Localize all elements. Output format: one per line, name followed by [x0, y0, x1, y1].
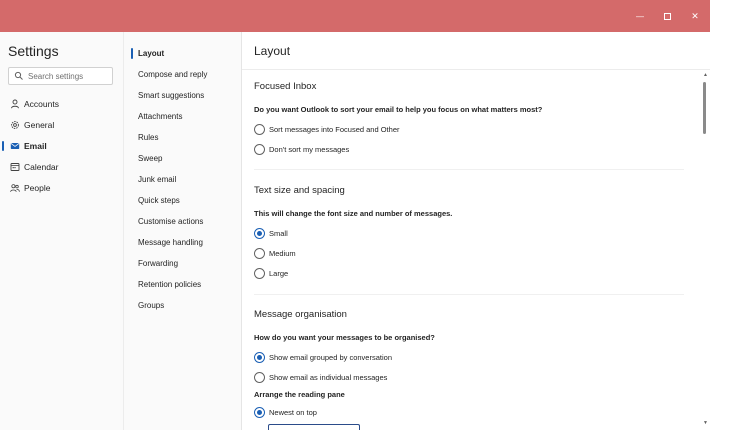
subnav-item-quick-steps[interactable]: Quick steps	[138, 196, 180, 205]
gear-icon	[11, 121, 19, 129]
scroll-down-arrow-icon[interactable]: ▼	[703, 420, 708, 426]
page-title: Layout	[254, 44, 291, 58]
subnav-item-compose-and-reply[interactable]: Compose and reply	[138, 70, 207, 79]
radio-label: Show email grouped by conversation	[269, 353, 392, 362]
divider	[254, 294, 684, 295]
selection-indicator	[131, 48, 133, 59]
close-button[interactable]: ✕	[681, 0, 709, 32]
selection-indicator	[2, 141, 4, 151]
nav-item-accounts[interactable]: Accounts	[0, 95, 124, 113]
radio-individual-messages[interactable]: Show email as individual messages	[254, 371, 387, 384]
section-title-focused-inbox: Focused Inbox	[254, 81, 317, 92]
minimize-button[interactable]: —	[626, 0, 654, 32]
radio-button[interactable]	[254, 352, 265, 363]
radio-dont-sort[interactable]: Don't sort my messages	[254, 143, 349, 156]
subnav-item-smart-suggestions[interactable]: Smart suggestions	[138, 91, 204, 100]
radio-label: Newest on top	[269, 408, 317, 417]
divider	[254, 169, 684, 170]
radio-label: Sort messages into Focused and Other	[269, 125, 400, 134]
nav-item-general[interactable]: General	[0, 116, 124, 134]
email-settings-nav: Layout Compose and reply Smart suggestio…	[124, 32, 242, 430]
text-size-question: This will change the font size and numbe…	[254, 209, 453, 218]
radio-button[interactable]	[254, 372, 265, 383]
radio-label: Small	[269, 229, 288, 238]
reading-pane-label: Arrange the reading pane	[254, 390, 345, 399]
nav-item-email[interactable]: Email	[0, 137, 124, 155]
search-input[interactable]	[28, 71, 108, 81]
subnav-item-attachments[interactable]: Attachments	[138, 112, 182, 121]
radio-grouped-by-conversation[interactable]: Show email grouped by conversation	[254, 351, 392, 364]
nav-item-calendar[interactable]: Calendar	[0, 158, 124, 176]
scroll-thumb[interactable]	[703, 82, 706, 134]
nav-item-label: Email	[24, 141, 47, 151]
close-icon: ✕	[691, 10, 699, 21]
radio-newest-on-top[interactable]: Newest on top	[254, 406, 317, 419]
subnav-item-message-handling[interactable]: Message handling	[138, 238, 203, 247]
maximize-icon	[663, 12, 671, 20]
subnav-item-forwarding[interactable]: Forwarding	[138, 259, 178, 268]
person-icon	[11, 99, 19, 109]
radio-sort-focused-other[interactable]: Sort messages into Focused and Other	[254, 123, 400, 136]
radio-label: Medium	[269, 249, 296, 258]
scroll-up-arrow-icon[interactable]: ▲	[703, 72, 708, 78]
radio-button[interactable]	[254, 228, 265, 239]
subnav-item-sweep[interactable]: Sweep	[138, 154, 162, 163]
minimize-icon: —	[636, 11, 644, 21]
calendar-icon	[10, 163, 20, 171]
subnav-item-rules[interactable]: Rules	[138, 133, 158, 142]
search-icon	[14, 71, 23, 80]
subnav-item-groups[interactable]: Groups	[138, 301, 164, 310]
divider	[242, 69, 710, 70]
radio-label: Large	[269, 269, 289, 278]
radio-button[interactable]	[254, 407, 265, 418]
subnav-item-retention-policies[interactable]: Retention policies	[138, 280, 201, 289]
mail-icon	[10, 143, 20, 149]
window-margin	[710, 0, 732, 430]
title-bar: — ✕	[0, 0, 710, 32]
nav-item-label: People	[24, 183, 51, 193]
focused-inbox-question: Do you want Outlook to sort your email t…	[254, 105, 543, 114]
organisation-question: How do you want your messages to be orga…	[254, 333, 435, 342]
nav-item-people[interactable]: People	[0, 179, 124, 197]
search-box[interactable]	[8, 67, 113, 85]
radio-button[interactable]	[254, 268, 265, 279]
reading-pane-preview	[268, 424, 360, 430]
nav-item-label: General	[24, 120, 55, 130]
maximize-button[interactable]	[653, 0, 681, 32]
subnav-item-junk-email[interactable]: Junk email	[138, 175, 176, 184]
radio-label: Show email as individual messages	[269, 373, 388, 382]
settings-window: Settings Accounts General	[0, 32, 710, 430]
layout-settings-panel: Layout Focused Inbox Do you want Outlook…	[242, 32, 710, 430]
settings-nav: Settings Accounts General	[0, 32, 124, 430]
radio-large[interactable]: Large	[254, 267, 288, 280]
radio-label: Don't sort my messages	[269, 145, 350, 154]
people-icon	[10, 184, 20, 192]
subnav-item-customise-actions[interactable]: Customise actions	[138, 217, 203, 226]
subnav-item-layout[interactable]: Layout	[138, 49, 164, 58]
radio-button[interactable]	[254, 124, 265, 135]
radio-button[interactable]	[254, 144, 265, 155]
scrollbar[interactable]: ▲ ▼	[702, 72, 708, 428]
section-title-message-organisation: Message organisation	[254, 309, 347, 320]
section-title-text-size: Text size and spacing	[254, 185, 345, 196]
radio-medium[interactable]: Medium	[254, 247, 296, 260]
nav-item-label: Accounts	[24, 99, 59, 109]
radio-small[interactable]: Small	[254, 227, 288, 240]
settings-title: Settings	[8, 43, 59, 59]
nav-item-label: Calendar	[24, 162, 59, 172]
radio-button[interactable]	[254, 248, 265, 259]
